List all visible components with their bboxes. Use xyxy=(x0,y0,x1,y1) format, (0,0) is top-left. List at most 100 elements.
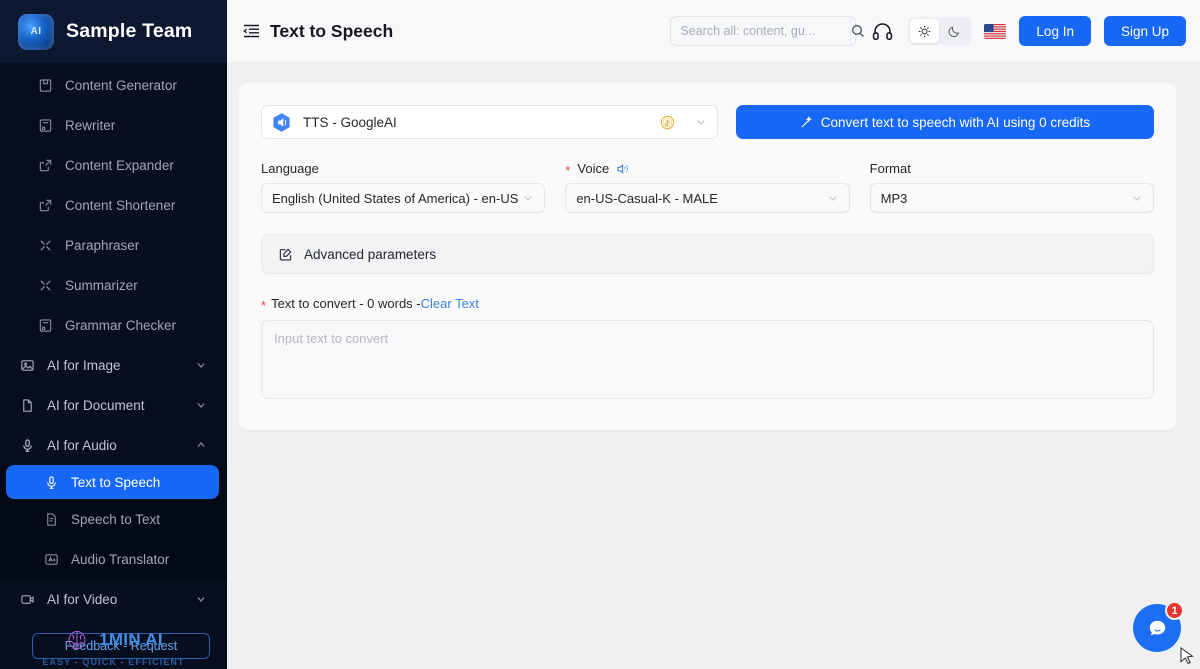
team-logo: AI xyxy=(18,13,54,50)
chevron-up-icon xyxy=(197,442,205,447)
sidebar-item-content-expander[interactable]: Content Expander xyxy=(0,145,227,185)
format-label: Format xyxy=(870,161,1154,176)
team-name: Sample Team xyxy=(66,20,193,42)
app-root: AI Sample Team Content Generator Rewrite… xyxy=(0,0,1200,669)
sidebar-audio-children: Text to Speech Speech to Text Audio Tran… xyxy=(0,465,227,579)
search-input[interactable] xyxy=(671,24,851,38)
us-flag-icon[interactable] xyxy=(984,23,1007,39)
language-value: English (United States of America) - en-… xyxy=(272,190,519,206)
sidebar-item-label: Paraphraser xyxy=(65,237,140,253)
header-actions: Log In Sign Up xyxy=(670,16,1186,46)
moon-icon xyxy=(949,26,960,37)
headphones-icon xyxy=(872,22,893,40)
required-asterisk: * xyxy=(565,163,571,178)
sidebar-item-content-shortener[interactable]: Content Shortener xyxy=(0,185,227,225)
document-save-icon xyxy=(39,78,52,92)
required-asterisk: * xyxy=(261,298,267,313)
shuffle-icon xyxy=(40,239,51,251)
file-text-icon xyxy=(47,512,56,526)
page-title: Text to Speech xyxy=(270,20,394,41)
advanced-parameters-label: Advanced parameters xyxy=(304,246,437,262)
search-box[interactable] xyxy=(670,16,865,46)
microphone-icon xyxy=(47,475,56,489)
fields-row: Language English (United States of Ameri… xyxy=(261,161,1154,213)
headphones-button[interactable] xyxy=(869,18,895,44)
theme-light-option[interactable] xyxy=(910,19,940,43)
model-select[interactable]: TTS - GoogleAI xyxy=(261,105,718,139)
sidebar-group-label: AI for Document xyxy=(47,397,145,413)
sidebar-item-audio-translator[interactable]: Audio Translator xyxy=(0,539,227,579)
convert-button[interactable]: Convert text to speech with AI using 0 c… xyxy=(736,105,1154,139)
text-to-convert-input[interactable] xyxy=(261,320,1154,399)
voice-field: * Voice en-US-Casual-K - MALE xyxy=(565,161,850,213)
sidebar-group-ai-for-document[interactable]: AI for Document xyxy=(0,385,227,425)
magic-wand-icon xyxy=(801,115,812,128)
sidebar-item-speech-to-text[interactable]: Speech to Text xyxy=(0,499,227,539)
grammar-icon xyxy=(39,318,52,332)
theme-toggle[interactable] xyxy=(908,17,972,45)
sidebar-item-label: Content Expander xyxy=(65,157,174,173)
sidebar-group-ai-for-image[interactable]: AI for Image xyxy=(0,345,227,385)
sidebar-group-label: AI for Video xyxy=(47,591,118,607)
speaker-icon[interactable] xyxy=(616,162,630,176)
sidebar-item-label: Content Generator xyxy=(65,77,177,93)
shuffle-icon xyxy=(40,279,51,291)
clear-text-link[interactable]: Clear Text xyxy=(421,296,479,311)
sidebar-group-label: AI for Audio xyxy=(47,437,117,453)
sidebar-item-grammar-checker[interactable]: Grammar Checker xyxy=(0,305,227,345)
language-select[interactable]: English (United States of America) - en-… xyxy=(261,183,546,213)
format-field: Format MP3 xyxy=(869,161,1154,213)
brand-name: 1MIN AI xyxy=(99,630,163,649)
chat-widget-button[interactable]: 1 xyxy=(1133,601,1184,652)
credit-coin-icon xyxy=(660,115,675,129)
format-value: MP3 xyxy=(880,190,908,206)
sun-icon xyxy=(919,25,931,37)
chevron-down-icon xyxy=(524,196,532,201)
content-area: Text to Speech Search all: content, gu..… xyxy=(227,0,1200,669)
chevron-down-icon xyxy=(1133,196,1141,201)
sidebar-group-ai-for-video[interactable]: AI for Video xyxy=(0,579,227,619)
sidebar-header: AI Sample Team xyxy=(0,0,227,63)
theme-dark-option[interactable] xyxy=(940,19,969,43)
sidebar-brand: 1MIN AI EASY - QUICK - EFFICIENT xyxy=(0,627,227,669)
video-icon xyxy=(21,594,34,604)
sidebar-nav: Content Generator Rewriter Content Expan… xyxy=(0,63,227,659)
sidebar-item-label: Text to Speech xyxy=(71,474,161,490)
model-row: TTS - GoogleAI Convert text to speech wi… xyxy=(261,105,1154,139)
sidebar-item-label: Content Shortener xyxy=(65,197,176,213)
voice-label-text: Voice xyxy=(577,161,610,176)
image-icon xyxy=(21,359,34,371)
voice-value: en-US-Casual-K - MALE xyxy=(576,190,718,206)
signup-button[interactable]: Sign Up xyxy=(1103,16,1186,46)
login-button[interactable]: Log In xyxy=(1019,16,1091,46)
sidebar-item-rewriter[interactable]: Rewriter xyxy=(0,105,227,145)
sidebar-item-label: Summarizer xyxy=(65,277,138,293)
sidebar-item-content-generator[interactable]: Content Generator xyxy=(0,65,227,105)
rewrite-icon xyxy=(39,118,52,132)
voice-select[interactable]: en-US-Casual-K - MALE xyxy=(565,183,850,213)
us-flag-svg xyxy=(984,23,1007,39)
brand-row: 1MIN AI xyxy=(64,627,163,653)
microphone-icon xyxy=(23,438,32,452)
file-icon xyxy=(23,398,32,412)
sidebar-item-label: Audio Translator xyxy=(71,551,170,567)
google-tts-icon xyxy=(273,112,290,132)
shorten-icon xyxy=(39,199,52,211)
collapse-sidebar-icon[interactable] xyxy=(243,23,260,40)
sidebar: AI Sample Team Content Generator Rewrite… xyxy=(0,0,227,669)
advanced-parameters-toggle[interactable]: Advanced parameters xyxy=(261,234,1154,274)
search-icon xyxy=(852,25,865,37)
sidebar-group-label: AI for Image xyxy=(47,357,121,373)
main-panel: TTS - GoogleAI Convert text to speech wi… xyxy=(227,63,1200,669)
mouse-cursor-icon xyxy=(1180,647,1194,665)
edit-square-icon xyxy=(279,248,292,260)
voice-label: * Voice xyxy=(565,161,849,178)
sidebar-item-paraphraser[interactable]: Paraphraser xyxy=(0,225,227,265)
format-select[interactable]: MP3 xyxy=(869,183,1154,213)
sidebar-item-summarizer[interactable]: Summarizer xyxy=(0,265,227,305)
sidebar-group-ai-for-audio[interactable]: AI for Audio xyxy=(0,425,227,465)
search-button[interactable] xyxy=(850,17,865,45)
translate-icon xyxy=(45,553,58,565)
sidebar-item-text-to-speech[interactable]: Text to Speech xyxy=(6,465,219,499)
chevron-down-icon xyxy=(197,597,205,602)
